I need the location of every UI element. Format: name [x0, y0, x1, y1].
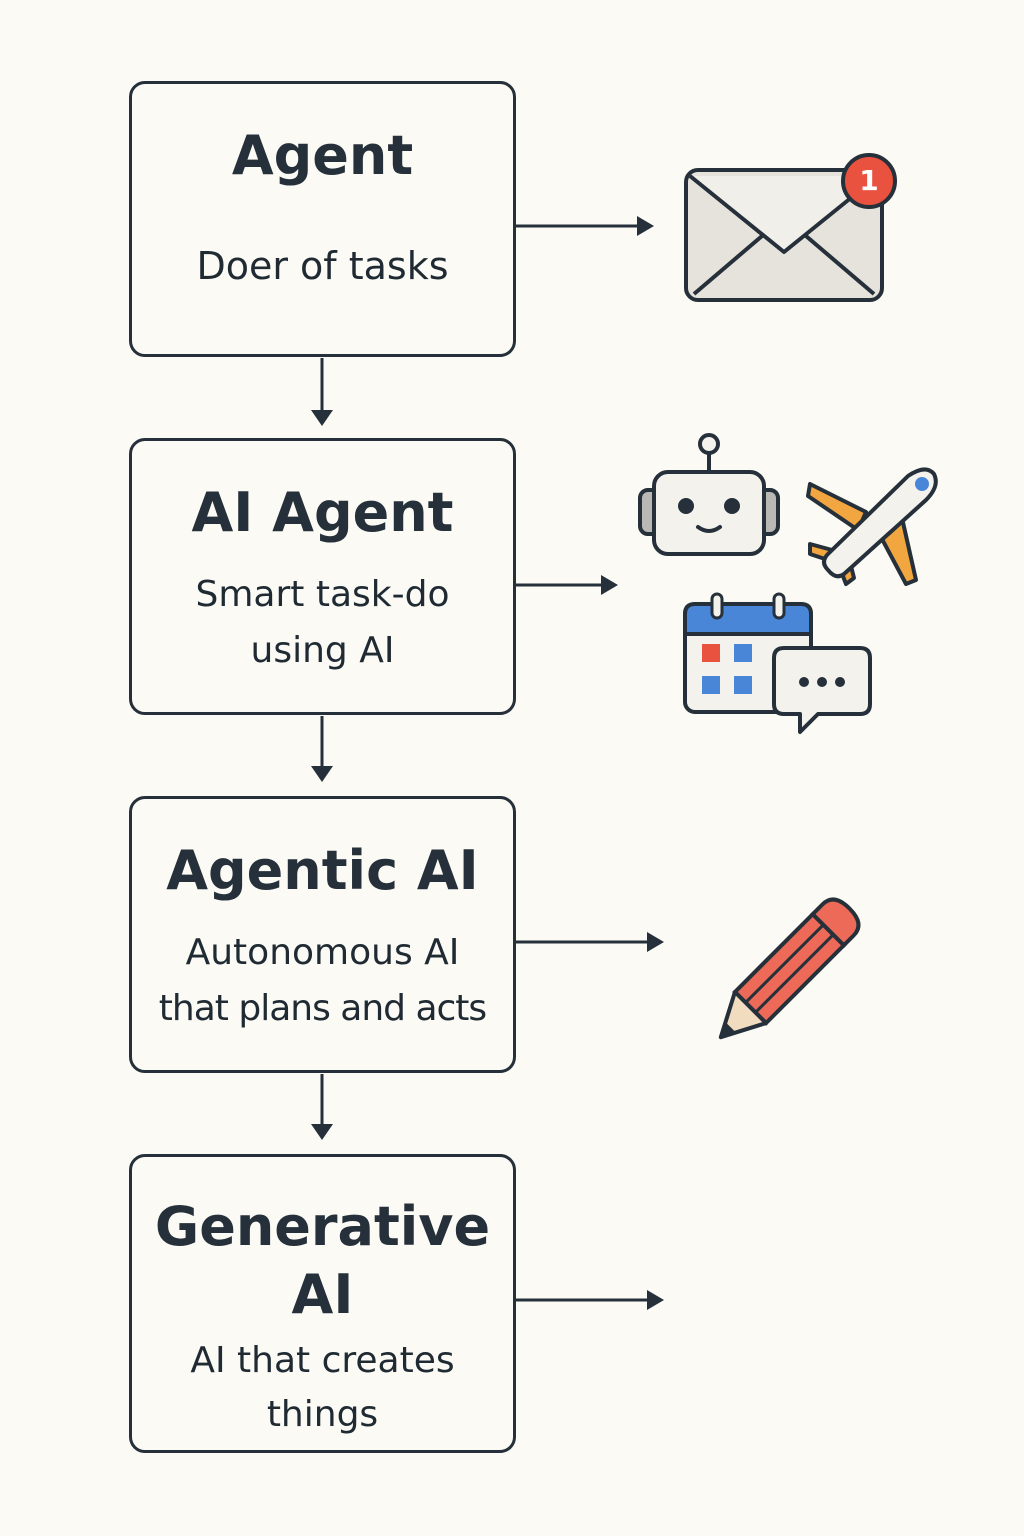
chat-bubble-icon	[770, 644, 874, 736]
node-subtitle-line-2: things	[266, 1394, 379, 1435]
node-title-line-2: AI	[291, 1263, 354, 1326]
arrow-agent-to-icons	[516, 216, 654, 236]
arrow-agentic-ai-to-icons	[516, 932, 664, 952]
arrow-generative-ai-to-icons	[516, 1290, 664, 1310]
node-title: AI Agent	[191, 481, 454, 544]
arrow-agent-to-ai-agent	[311, 358, 333, 426]
node-subtitle-line-1: AI that creates	[190, 1340, 455, 1381]
node-subtitle: Doer of tasks	[196, 244, 449, 288]
node-subtitle-line-2: that plans and acts	[158, 988, 487, 1029]
node-subtitle-line-1: Autonomous AI	[185, 932, 460, 973]
airplane-icon	[804, 466, 938, 592]
node-ai-agent: AI Agent Smart task-do using AI	[129, 438, 516, 715]
node-agentic-ai: Agentic AI Autonomous AI that plans and …	[129, 796, 516, 1073]
node-title-line-1: Generative	[154, 1195, 491, 1258]
node-subtitle-line-1: Smart task-do	[195, 574, 450, 615]
pencil-icon	[714, 872, 886, 1044]
notification-badge-count: 1	[859, 164, 879, 197]
arrow-ai-agent-to-agentic-ai	[311, 716, 333, 782]
arrow-ai-agent-to-icons	[516, 575, 618, 595]
node-subtitle-line-2: using AI	[250, 630, 395, 671]
node-title: Agentic AI	[166, 839, 479, 902]
node-generative-ai: Generative AI AI that creates things	[129, 1154, 516, 1453]
node-agent: Agent Doer of tasks	[129, 81, 516, 357]
node-title: Agent	[231, 124, 414, 187]
robot-icon	[636, 432, 782, 558]
arrow-agentic-ai-to-generative-ai	[311, 1074, 333, 1140]
